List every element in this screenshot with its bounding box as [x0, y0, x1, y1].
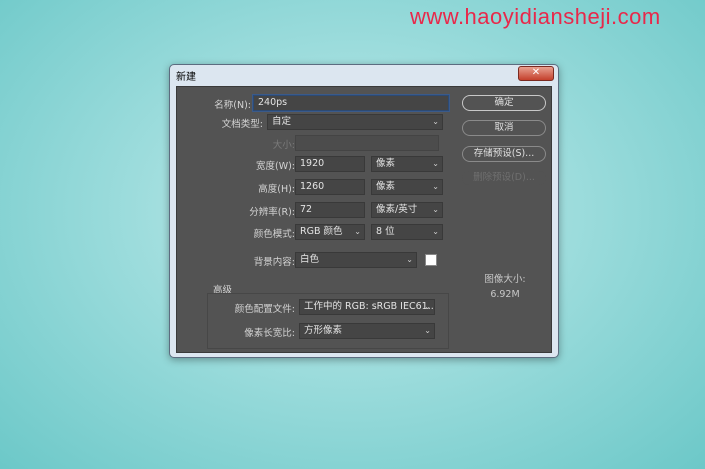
chevron-down-icon: ⌄: [406, 255, 413, 264]
color-mode-value: RGB 颜色: [300, 226, 343, 237]
background-select[interactable]: 白色 ⌄: [295, 252, 417, 268]
height-unit-select[interactable]: 像素 ⌄: [371, 179, 443, 195]
chevron-down-icon: ⌄: [432, 227, 439, 236]
chevron-down-icon: ⌄: [432, 117, 439, 126]
color-mode-label: 颜色模式:: [253, 229, 295, 240]
width-unit-select[interactable]: 像素 ⌄: [371, 156, 443, 172]
resolution-unit-value: 像素/英寸: [376, 204, 418, 215]
resolution-unit-select[interactable]: 像素/英寸 ⌄: [371, 202, 443, 218]
color-profile-select[interactable]: 工作中的 RGB: sRGB IEC61... ⌄: [299, 299, 435, 315]
chevron-down-icon: ⌄: [424, 326, 431, 335]
width-input[interactable]: 1920: [295, 156, 365, 172]
image-size-value: 6.92M: [490, 289, 520, 300]
chevron-down-icon: ⌄: [432, 159, 439, 168]
doc-type-label: 文档类型:: [221, 119, 263, 130]
background-value: 白色: [300, 254, 320, 265]
watermark-url: www.haoyidiansheji.com: [410, 4, 661, 29]
delete-preset-button: 删除预设(D)...: [462, 171, 546, 185]
bit-depth-select[interactable]: 8 位 ⌄: [371, 224, 443, 240]
background-label: 背景内容:: [253, 257, 295, 268]
bit-depth-value: 8 位: [376, 226, 395, 237]
doc-type-select[interactable]: 自定 ⌄: [267, 114, 443, 130]
color-mode-select[interactable]: RGB 颜色 ⌄: [295, 224, 365, 240]
pixel-aspect-label: 像素长宽比:: [244, 328, 295, 339]
image-size-label: 图像大小:: [484, 274, 526, 285]
doc-type-value: 自定: [272, 116, 292, 127]
chevron-down-icon: ⌄: [424, 302, 431, 311]
new-document-dialog: 新建 ✕ 名称(N): 240ps 文档类型: 自定 ⌄ 大小: 宽度(W): …: [169, 64, 559, 358]
width-label: 宽度(W):: [255, 161, 295, 172]
save-preset-button[interactable]: 存储预设(S)...: [462, 146, 546, 162]
height-input[interactable]: 1260: [295, 179, 365, 195]
pixel-aspect-select[interactable]: 方形像素 ⌄: [299, 323, 435, 339]
height-label: 高度(H):: [258, 184, 295, 195]
color-profile-value: 工作中的 RGB: sRGB IEC61...: [304, 301, 435, 312]
background-color-swatch[interactable]: [425, 254, 437, 266]
dialog-title: 新建: [176, 72, 196, 83]
ok-button[interactable]: 确定: [462, 95, 546, 111]
size-label: 大小:: [272, 140, 295, 151]
close-button[interactable]: ✕: [518, 66, 554, 81]
dialog-panel: 名称(N): 240ps 文档类型: 自定 ⌄ 大小: 宽度(W): 1920 …: [176, 86, 552, 353]
color-profile-label: 颜色配置文件:: [234, 304, 295, 315]
chevron-down-icon: ⌄: [432, 205, 439, 214]
chevron-down-icon: ⌄: [432, 182, 439, 191]
name-input[interactable]: 240ps: [253, 95, 449, 111]
resolution-label: 分辨率(R):: [249, 207, 295, 218]
dialog-titlebar[interactable]: 新建 ✕: [170, 65, 558, 85]
cancel-button[interactable]: 取消: [462, 120, 546, 136]
width-unit-value: 像素: [376, 158, 396, 169]
height-unit-value: 像素: [376, 181, 396, 192]
name-label: 名称(N):: [214, 100, 251, 111]
close-x-icon: ✕: [531, 67, 541, 78]
pixel-aspect-value: 方形像素: [304, 325, 343, 336]
chevron-down-icon: ⌄: [354, 227, 361, 236]
size-select: [295, 135, 439, 151]
resolution-input[interactable]: 72: [295, 202, 365, 218]
